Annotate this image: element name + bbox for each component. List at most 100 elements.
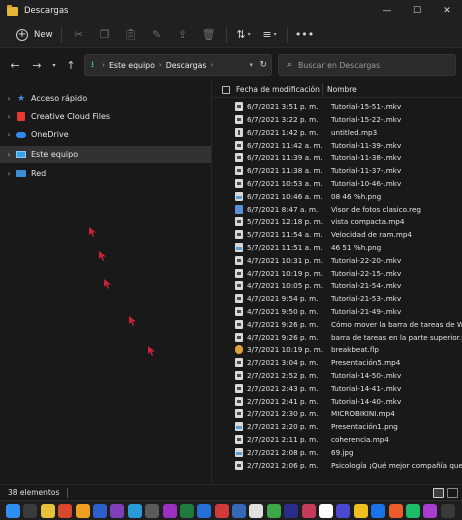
status-bar: 38 elementos	[0, 484, 462, 500]
file-row[interactable]: 4/7/2021 9:50 p. m. Tutorial-21-49-.mkv	[213, 306, 462, 318]
file-row[interactable]: 6/7/2021 3:51 p. m. Tutorial-15-51-.mkv	[213, 101, 462, 113]
file-row[interactable]: 2/7/2021 2:20 p. m. Presentación1.png	[213, 421, 462, 433]
file-row[interactable]: 6/7/2021 8:47 a. m. Visor de fotos clasic…	[213, 203, 462, 215]
file-row[interactable]: 6/7/2021 10:46 a. m. 08 46 %h.png	[213, 191, 462, 203]
more-icon[interactable]: •••	[292, 25, 318, 45]
taskbar-app-icon[interactable]	[23, 503, 38, 518]
taskbar-app-icon[interactable]	[284, 503, 299, 518]
close-button[interactable]: ✕	[432, 0, 462, 22]
file-row[interactable]: 4/7/2021 10:19 p. m. Tutorial-22-15-.mkv	[213, 267, 462, 279]
select-all-checkbox[interactable]	[222, 85, 230, 94]
taskbar-app-icon[interactable]	[232, 503, 247, 518]
file-row[interactable]: 2/7/2021 2:43 p. m. Tutorial-14-41-.mkv	[213, 383, 462, 395]
sidebar-item-este-equipo[interactable]: › Este equipo	[0, 146, 211, 163]
file-row[interactable]: 6/7/2021 11:39 a. m. Tutorial-11-38-.mkv	[213, 152, 462, 164]
taskbar-app-icon[interactable]	[266, 503, 281, 518]
file-row[interactable]: 4/7/2021 10:05 p. m. Tutorial-21-54-.mkv	[213, 280, 462, 292]
file-row[interactable]: 2/7/2021 2:52 p. m. Tutorial-14-50-.mkv	[213, 370, 462, 382]
chevron-right-icon[interactable]: ›	[2, 151, 16, 159]
file-row[interactable]: 5/7/2021 11:54 a. m. Velocidad de ram.mp4	[213, 229, 462, 241]
start-button-icon[interactable]	[6, 503, 20, 518]
file-row[interactable]: 6/7/2021 3:22 p. m. Tutorial-15-22-.mkv	[213, 114, 462, 126]
taskbar-app-icon[interactable]	[179, 503, 194, 518]
paste-icon[interactable]: 📋︎	[118, 25, 144, 45]
column-divider[interactable]	[322, 82, 323, 97]
up-arrow-icon[interactable]: ↑	[60, 54, 82, 76]
taskbar-app-icon[interactable]	[319, 503, 334, 518]
chevron-right-icon[interactable]: ›	[2, 170, 16, 178]
rename-icon[interactable]: ✎	[144, 25, 170, 45]
sidebar-item-onedrive[interactable]: › OneDrive	[0, 126, 211, 143]
file-icon	[235, 422, 243, 432]
cut-icon[interactable]: ✂	[66, 25, 92, 45]
taskbar-app-icon[interactable]	[371, 503, 386, 518]
address-dropdown-icon[interactable]: ▾	[249, 61, 253, 69]
minimize-button[interactable]: —	[372, 0, 402, 22]
taskbar-app-icon[interactable]	[197, 503, 212, 518]
address-bar[interactable]: ⭳ › Este equipo › Descargas › ▾ ↻	[84, 54, 272, 76]
file-row[interactable]: 2/7/2021 2:41 p. m. Tutorial-14-40-.mkv	[213, 395, 462, 407]
taskbar-app-icon[interactable]	[145, 503, 160, 518]
chevron-right-icon[interactable]: ›	[2, 95, 16, 103]
file-row[interactable]: 5/7/2021 11:51 a. m. 46 51 %h.png	[213, 242, 462, 254]
file-row[interactable]: 2/7/2021 2:30 p. m. MICROBIKINI.mp4	[213, 408, 462, 420]
details-view-button[interactable]	[433, 488, 444, 498]
taskbar-app-icon[interactable]	[75, 503, 90, 518]
breadcrumb-descargas[interactable]: Descargas	[166, 61, 207, 70]
new-button[interactable]: + New	[12, 25, 57, 45]
taskbar-app-icon[interactable]	[127, 503, 142, 518]
taskbar-app-icon[interactable]	[58, 503, 73, 518]
taskbar-app-icon[interactable]	[249, 503, 264, 518]
column-date-modified[interactable]: Fecha de modificación	[236, 85, 322, 94]
sidebar-item-acceso-rapido[interactable]: › ★ Acceso rápido	[0, 90, 211, 107]
tiles-view-button[interactable]	[447, 488, 458, 498]
taskbar-app-icon[interactable]	[440, 503, 455, 518]
taskbar-app-icon[interactable]	[405, 503, 420, 518]
taskbar-app-icon[interactable]	[353, 503, 368, 518]
taskbar-app-icon[interactable]	[301, 503, 316, 518]
plus-icon: +	[16, 28, 28, 41]
taskbar-app-icon[interactable]	[110, 503, 125, 518]
delete-icon[interactable]: 🗑︎	[196, 25, 222, 45]
forward-arrow-icon[interactable]: →	[26, 54, 48, 76]
share-icon[interactable]: ⇪	[170, 25, 196, 45]
file-row[interactable]: 6/7/2021 11:42 a. m. Tutorial-11-39-.mkv	[213, 139, 462, 151]
file-row[interactable]: 4/7/2021 10:31 p. m. Tutorial-22-20-.mkv	[213, 255, 462, 267]
taskbar-app-icon[interactable]	[336, 503, 351, 518]
column-name[interactable]: Nombre	[327, 85, 357, 94]
file-row[interactable]: 6/7/2021 11:38 a. m. Tutorial-11-37-.mkv	[213, 165, 462, 177]
chevron-down-icon[interactable]: ▾	[48, 54, 60, 76]
file-row[interactable]: 6/7/2021 10:53 a. m. Tutorial-10-46-.mkv	[213, 178, 462, 190]
file-row[interactable]: 5/7/2021 12:18 p. m. vista compacta.mp4	[213, 216, 462, 228]
taskbar-app-icon[interactable]	[388, 503, 403, 518]
file-row[interactable]: 2/7/2021 3:04 p. m. Presentación5.mp4	[213, 357, 462, 369]
file-row[interactable]: 2/7/2021 2:08 p. m. 69.jpg	[213, 447, 462, 459]
file-row[interactable]: 2/7/2021 2:11 p. m. coherencia.mp4	[213, 434, 462, 446]
breadcrumb-este-equipo[interactable]: Este equipo	[109, 61, 155, 70]
taskbar-app-icon[interactable]	[40, 503, 55, 518]
maximize-button[interactable]: ☐	[402, 0, 432, 22]
column-header: Fecha de modificación Nombre	[213, 82, 462, 98]
file-row[interactable]: 4/7/2021 9:26 p. m. Cómo mover la barra d…	[213, 319, 462, 331]
copy-icon[interactable]: ❐	[92, 25, 118, 45]
sidebar-item-creative-cloud[interactable]: › Creative Cloud Files	[0, 108, 211, 125]
sort-icon[interactable]: ⇅ ▾	[231, 25, 257, 45]
file-row[interactable]: 2/7/2021 2:06 p. m. Psicología ¡Qué mejor…	[213, 459, 462, 471]
taskbar-app-icon[interactable]	[92, 503, 107, 518]
taskbar-app-icon[interactable]	[162, 503, 177, 518]
file-row[interactable]: 4/7/2021 9:54 p. m. Tutorial-21-53-.mkv	[213, 293, 462, 305]
taskbar-app-icon[interactable]	[423, 503, 438, 518]
file-row[interactable]: 4/7/2021 9:26 p. m. barra de tareas en la…	[213, 331, 462, 343]
search-input[interactable]	[298, 60, 449, 70]
chevron-right-icon[interactable]: ›	[2, 131, 16, 139]
file-row[interactable]: 6/7/2021 1:42 p. m. untitled.mp3	[213, 127, 462, 139]
back-arrow-icon[interactable]: ←	[4, 54, 26, 76]
chevron-right-icon[interactable]: ›	[2, 113, 16, 121]
sidebar-item-red[interactable]: › Red	[0, 165, 211, 182]
file-row[interactable]: 3/7/2021 10:19 p. m. breakbeat.flp	[213, 344, 462, 356]
view-icon[interactable]: ≡ ▾	[257, 25, 283, 45]
file-icon	[235, 294, 243, 304]
taskbar-app-icon[interactable]	[214, 503, 229, 518]
refresh-icon[interactable]: ↻	[259, 60, 267, 70]
search-box[interactable]: ⌕	[278, 54, 456, 76]
